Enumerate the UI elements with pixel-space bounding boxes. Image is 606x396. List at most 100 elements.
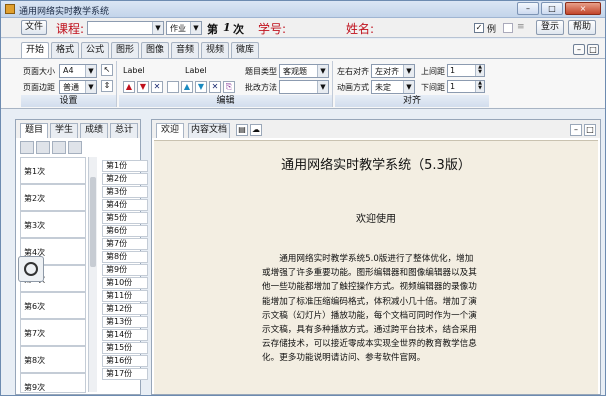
tab-students[interactable]: 学生 — [50, 123, 78, 138]
chevron-down-icon: ▼ — [190, 22, 201, 34]
list-item[interactable]: 第12份 — [102, 303, 148, 315]
list-item[interactable]: 第2次 — [20, 184, 86, 211]
maximize-icon[interactable]: □ — [584, 124, 596, 136]
tab-image[interactable]: 图像 — [141, 42, 169, 58]
tab-audio[interactable]: 音频 — [171, 42, 199, 58]
edit-group: Label Label ▲ ▼ ✕ ▲ ▼ ✕ ⎘ 题目类型 客观题 ▼ 批改方… — [119, 61, 333, 107]
maximize-icon[interactable]: □ — [587, 44, 599, 55]
tool-button-2[interactable] — [36, 141, 50, 154]
margin-tool-icon[interactable]: ⇕ — [101, 80, 113, 92]
insert-down-icon[interactable]: ▼ — [195, 81, 207, 93]
extra-checkbox[interactable] — [503, 23, 513, 33]
help-button[interactable]: 帮助 — [568, 20, 596, 35]
tab-start[interactable]: 开始 — [21, 42, 49, 59]
list-item[interactable]: 第7次 — [20, 319, 86, 346]
list-item[interactable]: 第1次 — [20, 157, 86, 184]
blank-checkbox[interactable] — [167, 81, 179, 93]
align-lr-label: 左右对齐 — [337, 67, 369, 76]
edit-group-footer: 编辑 — [119, 95, 332, 107]
tool-button-3[interactable] — [52, 141, 66, 154]
list-item[interactable]: 第7份 — [102, 238, 148, 250]
login-button[interactable]: 登示 — [536, 20, 564, 35]
page-size-select[interactable]: A4 ▼ — [59, 64, 97, 78]
grading-label: 批改方法 — [245, 83, 277, 92]
lower-gap-spinner[interactable]: 1 ▲ ▼ — [447, 80, 485, 93]
grading-select[interactable]: ▼ — [279, 80, 329, 94]
minimize-button[interactable]: – — [517, 2, 539, 15]
cloud-icon[interactable]: ☁ — [250, 124, 262, 136]
body-line: 化。更多功能说明请访问、参考软件官网。 — [262, 353, 426, 364]
list-item[interactable]: 第10份 — [102, 277, 148, 289]
minimize-icon[interactable]: – — [573, 44, 585, 55]
tool-button-4[interactable] — [68, 141, 82, 154]
margin-select[interactable]: 普通 ▼ — [59, 80, 97, 94]
spinner-arrows-icon: ▲ ▼ — [475, 65, 484, 76]
list-item[interactable]: 第3次 — [20, 211, 86, 238]
list-item[interactable]: 第11份 — [102, 290, 148, 302]
chevron-down-icon: ▼ — [403, 81, 414, 93]
list-item[interactable]: 第6份 — [102, 225, 148, 237]
list-item[interactable]: 第4份 — [102, 199, 148, 211]
list-item[interactable]: 第9份 — [102, 264, 148, 276]
list-item[interactable]: 第6次 — [20, 292, 86, 319]
align-lr-select[interactable]: 左对齐 ▼ — [371, 64, 415, 78]
homework-select[interactable]: 作业 ▼ — [166, 21, 202, 35]
document-icon[interactable]: ▤ — [236, 124, 248, 136]
minimize-icon[interactable]: – — [570, 124, 582, 136]
page-size-tool-icon[interactable]: ↖ — [101, 64, 113, 76]
chevron-down-icon: ▼ — [85, 81, 96, 93]
list-item[interactable]: 第13份 — [102, 316, 148, 328]
list-item[interactable]: 第3份 — [102, 186, 148, 198]
tab-total[interactable]: 总计 — [110, 123, 138, 138]
tab-content-doc[interactable]: 内容文档 — [188, 123, 230, 138]
example-checkbox[interactable]: ✓ — [474, 23, 484, 33]
course-label: 课程: — [56, 22, 85, 36]
tab-video[interactable]: 视频 — [201, 42, 229, 58]
list-item[interactable]: 第2份 — [102, 173, 148, 185]
tab-microlib[interactable]: 微库 — [231, 42, 259, 58]
ribbon-tabs: 开始 格式 公式 图形 图像 音频 视频 微库 — [1, 39, 605, 59]
remove-icon[interactable]: ✕ — [209, 81, 221, 93]
tab-welcome[interactable]: 欢迎 — [156, 123, 184, 138]
list-item[interactable]: 第9次 — [20, 373, 86, 393]
file-button[interactable]: 文件 — [21, 20, 47, 35]
close-button[interactable]: × — [565, 2, 601, 15]
list-item[interactable]: 第14份 — [102, 329, 148, 341]
align-group: 左右对齐 左对齐 ▼ 动画方式 未定 ▼ 上间距 1 ▲ ▼ 下间距 1 ▲ ▼ 对… — [335, 61, 489, 107]
app-icon — [5, 4, 15, 14]
tab-formula[interactable]: 公式 — [81, 42, 109, 58]
insert-up-icon[interactable]: ▲ — [181, 81, 193, 93]
body-line: 通用网络实时教学系统5.0版进行了整体优化，增加 — [279, 254, 474, 264]
question-type-select[interactable]: 客观题 ▼ — [279, 64, 329, 78]
maximize-button[interactable]: □ — [541, 2, 563, 15]
tab-questions[interactable]: 题目 — [20, 123, 48, 138]
tool-button-1[interactable] — [20, 141, 34, 154]
list-item[interactable]: 第15份 — [102, 342, 148, 354]
animation-label: 动画方式 — [337, 83, 369, 92]
tab-graphics[interactable]: 图形 — [111, 42, 139, 58]
delete-icon[interactable]: ✕ — [151, 81, 163, 93]
tab-scores[interactable]: 成绩 — [80, 123, 108, 138]
list-item[interactable]: 第16份 — [102, 355, 148, 367]
lesson-number[interactable]: 1 — [223, 21, 231, 34]
upper-gap-label: 上间距 — [421, 67, 445, 76]
course-select[interactable]: ▼ — [87, 21, 164, 35]
move-up-icon[interactable]: ▲ — [123, 81, 135, 93]
title-bar: 通用网络实时教学系统 – □ × — [1, 1, 605, 18]
list-item[interactable]: 第1份 — [102, 160, 148, 172]
circle-tool-button[interactable] — [18, 256, 44, 282]
lesson-scrollbar[interactable] — [88, 157, 97, 392]
chevron-down-icon: ▼ — [152, 22, 163, 34]
animation-select[interactable]: 未定 ▼ — [371, 80, 415, 94]
ribbon-panel: 页面大小 A4 ▼ ↖ 页面边距 普通 ▼ ⇕ 设置 Label Label ▲… — [1, 58, 605, 109]
list-item[interactable]: 第8份 — [102, 251, 148, 263]
upper-gap-spinner[interactable]: 1 ▲ ▼ — [447, 64, 485, 77]
list-item[interactable]: 第8次 — [20, 346, 86, 373]
list-item[interactable]: 第5份 — [102, 212, 148, 224]
scroll-thumb[interactable] — [90, 177, 96, 267]
move-down-icon[interactable]: ▼ — [137, 81, 149, 93]
clip-icon[interactable]: ⎘ — [223, 81, 235, 93]
list-item[interactable]: 第17份 — [102, 368, 148, 380]
tab-format[interactable]: 格式 — [51, 42, 79, 58]
example-label: 例 — [487, 25, 497, 35]
